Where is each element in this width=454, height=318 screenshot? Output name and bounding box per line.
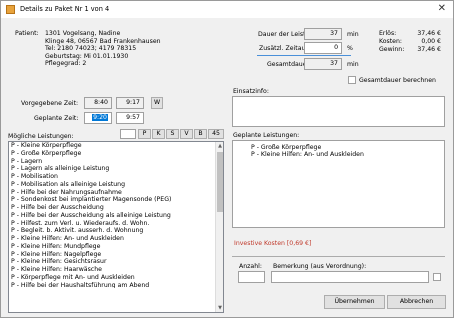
list-item[interactable]: P - Sondenkost bei implantierter Magenso… [9,196,223,204]
list-item[interactable]: P - Kleine Hilfen: Gesichtsrasur [9,258,223,266]
patient-label: Patient: [15,30,39,37]
uebernehmen-button[interactable]: Übernehmen [324,295,385,309]
close-icon[interactable]: ✕ [438,4,446,14]
separator [232,256,445,257]
filter-v[interactable]: V [180,129,193,139]
list-item[interactable]: P - Hilfe bei der Nahrungsaufnahme [9,189,223,197]
gesamt-unit: min [347,61,359,68]
scroll-up-icon[interactable]: ▲ [217,143,223,149]
filter-k[interactable]: K [152,129,165,139]
list-item[interactable]: P - Begleit. b. Aktivit. ausserh. d. Woh… [9,227,223,235]
dauer-field: 37 [304,28,342,40]
anzahl-input[interactable] [238,271,265,283]
scroll-down-icon[interactable]: ▼ [217,305,223,311]
erloes-label: Erlös: [379,30,397,37]
list-item[interactable]: P - Hilfe bei der Ausscheidung als allei… [9,212,223,220]
list-item[interactable]: P - Mobilisation als alleinige Leistung [9,181,223,189]
patient-name: 1301 Vogelsang, Nadine [45,30,121,37]
list-item[interactable]: P - Lagern als alleinige Leistung [9,165,223,173]
geplante-label: Geplante Leistungen: [233,132,300,139]
patient-info: 1301 Vogelsang, Nadine Klinge 48, 06567 … [45,30,161,68]
filter-s[interactable]: S [166,129,179,139]
list-item[interactable]: P - Kleine Hilfen: Haarwäsche [9,266,223,274]
dauer-unit: min [347,31,359,38]
gesamt-field: 37 [304,58,342,70]
vorgegeben-label: Vorgegebene Zeit: [21,100,79,107]
list-item[interactable]: P - Hilfe bei der Ausscheidung [9,204,223,212]
zusatz-unit: % [347,45,353,52]
dialog-window: Details zu Paket Nr 1 von 4 ✕ Patient: 1… [0,0,454,318]
window-title: Details zu Paket Nr 1 von 4 [20,5,110,13]
geplant-from-input[interactable]: 9:20 [84,112,112,124]
patient-care-level: Pflegegrad: 2 [45,60,87,68]
zusatz-input[interactable]: 0 [304,42,342,54]
moegliche-list[interactable]: P - Kleine Körperpflege P - Große Körper… [8,141,224,313]
moegliche-label: Mögliche Leistungen: [8,133,74,140]
finance-block: Erlös: 37,46 € Kosten: 0,00 € Gewinn: 37,46… [379,30,441,54]
list-item[interactable]: P - Kleine Hilfen: Nagelpflege [9,251,223,259]
bemerkung-label: Bemerkung (aus Verordnung): [273,263,367,270]
geplant-from-selection: 9:20 [92,114,108,121]
kosten-label: Kosten: [379,38,402,45]
list-item[interactable]: P - Lagern [9,158,223,166]
list-item[interactable]: P - Große Körperpflege [251,144,321,151]
title-bar: Details zu Paket Nr 1 von 4 ✕ [1,1,453,18]
w-button[interactable]: W [151,97,163,109]
geplant-label: Geplante Zeit: [34,115,79,122]
geplant-to-input[interactable]: 9:57 [116,112,144,124]
zusatz-underline [257,55,351,56]
anzahl-label: Anzahl: [239,263,262,270]
list-item[interactable]: P - Große Körperpflege [9,150,223,158]
vorgegeben-from: 8:40 [84,97,112,109]
list-item[interactable]: P - Kleine Körperpflege [9,142,223,150]
patient-birthday: Geburtstag: Mi 01.01.1930 [45,52,129,60]
package-icon [6,5,15,14]
gewinn-label: Gewinn: [379,46,405,53]
vorgegeben-to: 9:17 [116,97,144,109]
filter-p[interactable]: P [138,129,151,139]
list-item[interactable]: P - Kleine Hilfen: An- und Auskleiden [9,235,223,243]
list-item[interactable]: P - Kleine Hilfen: Mundpflege [9,243,223,251]
kosten-value: 0,00 € [421,38,441,45]
patient-address: Klinge 48, 06567 Bad Frankenhausen [45,37,161,45]
bemerkung-checkbox[interactable] [433,273,441,281]
abbrechen-button[interactable]: Abbrechen [387,295,446,309]
investive-kosten: Investive Kosten [0,69 €] [234,240,312,247]
filter-45[interactable]: 45 [208,129,224,139]
gewinn-value: 37,46 € [417,46,441,53]
berechnen-label: Gesamtdauer berechnen [359,77,436,84]
list-item[interactable]: P - Hilfe bei der Haushaltsführung am Ab… [9,282,223,288]
einsatzinfo-label: Einsatzinfo: [233,88,269,95]
einsatzinfo-textarea[interactable] [232,96,445,127]
scroll-thumb[interactable] [217,152,223,212]
geplante-list[interactable]: P - Große Körperpflege P - Kleine Hilfen… [232,140,445,228]
erloes-value: 37,46 € [417,30,441,37]
list-item[interactable]: P - Körperpflege mit An- und Auskleiden [9,274,223,282]
moegliche-scrollbar[interactable]: ▲ ▼ [215,142,223,312]
list-item[interactable]: P - Kleine Hilfen: An- und Auskleiden [251,151,364,158]
bemerkung-input[interactable] [271,271,429,283]
filter-blank[interactable] [120,129,136,139]
list-item[interactable]: P - Hilfest. zum Verl. u. Wiederaufs. d.… [9,220,223,228]
list-item[interactable]: P - Mobilisation [9,173,223,181]
berechnen-checkbox[interactable] [348,76,356,84]
filter-b[interactable]: B [194,129,207,139]
patient-phone: Tel: 2180 74023; 4179 78315 [45,45,137,53]
